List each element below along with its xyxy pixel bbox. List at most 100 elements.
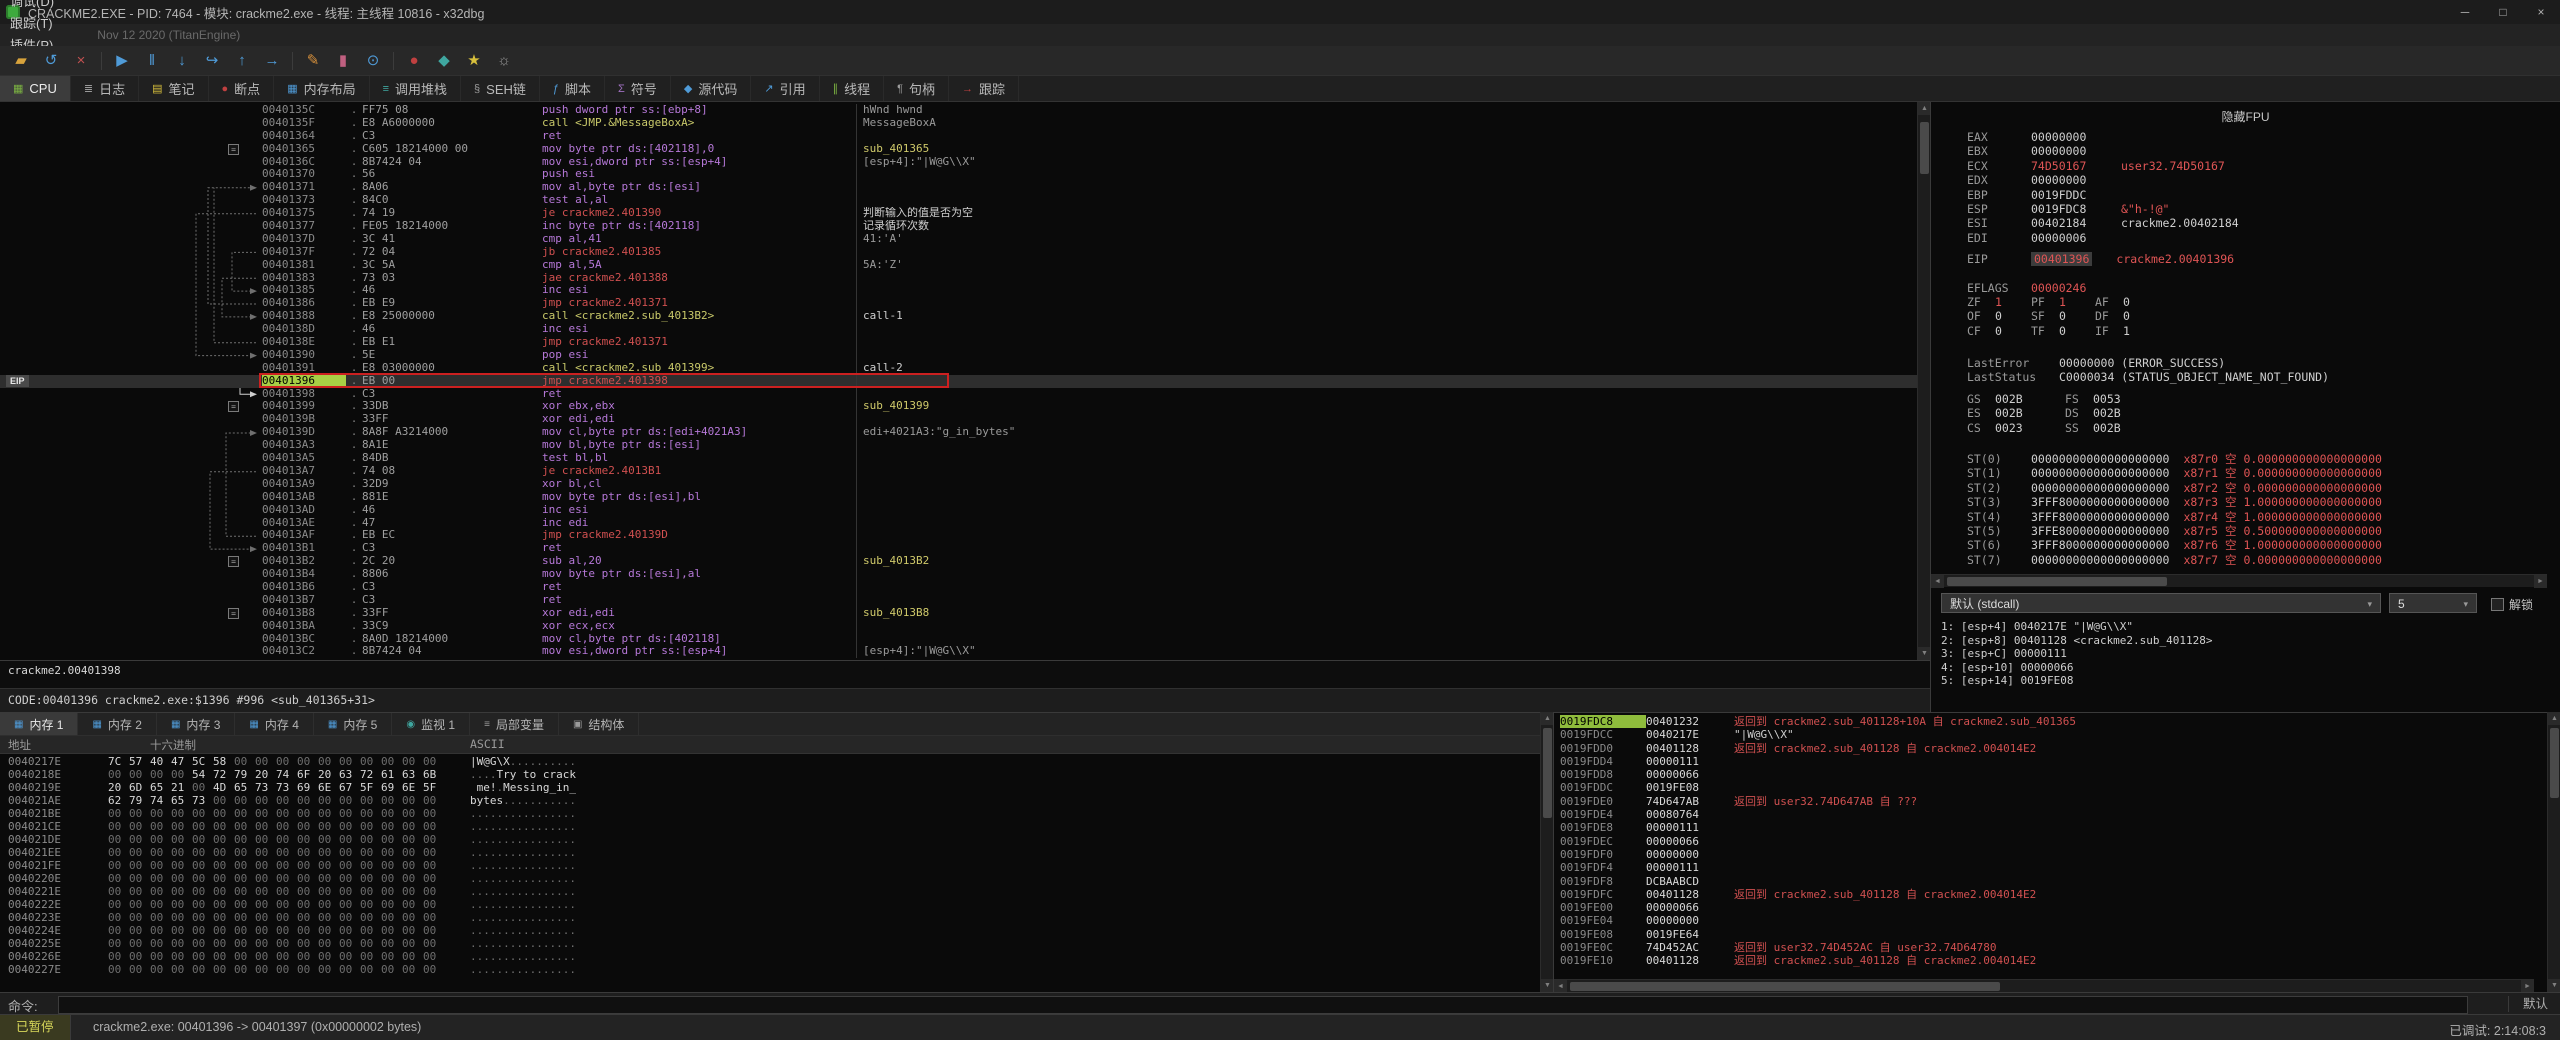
register-row[interactable]: EBP 0019FDDC <box>1967 188 2546 202</box>
segment-row[interactable]: CS 0023 SS 002B <box>1967 421 2546 435</box>
disasm-row[interactable]: 0040135C. FF75 08 push dword ptr ss:[ebp+8… <box>0 103 1917 117</box>
dump-row[interactable]: 0040226E 00 00 00 00 00 00 00 00 00 00 00 00 00 00 00 00… <box>0 950 1540 963</box>
step-out-button[interactable]: ↑ <box>227 49 257 73</box>
disasm-row[interactable]: 00401377. FE05 18214000 inc byte ptr ds:[4… <box>0 219 1917 233</box>
menu-item-debug[interactable]: 调试(D) <box>0 0 71 13</box>
run-button[interactable]: ▶ <box>107 49 137 73</box>
dump-tab-locals[interactable]: ≡ 局部变量 <box>470 713 559 735</box>
stack-row[interactable]: 0019FDE4 00080764 <box>1554 808 2547 821</box>
menu-item-trace[interactable]: 跟踪(T) <box>0 13 71 35</box>
graph-button[interactable]: ◆ <box>429 49 459 73</box>
stack-row[interactable]: 0019FE0C 74D452AC 返回到 user32.74D452AC 自 us… <box>1554 941 2547 954</box>
stack-horizontal-scrollbar[interactable]: ◄ ► <box>1554 979 2534 993</box>
register-row[interactable]: ESI 00402184 crackme2.00402184 <box>1967 216 2546 230</box>
command-profile-select[interactable]: 默认 <box>2507 996 2548 1012</box>
register-row[interactable]: EDI 00000006 <box>1967 231 2546 245</box>
scrollbar-thumb[interactable] <box>1570 982 2000 991</box>
dump-tab-memory-1[interactable]: ▦ 内存 1 <box>0 713 79 735</box>
dump-row[interactable]: 0040223E 00 00 00 00 00 00 00 00 00 00 00 00 00 00 00 00… <box>0 911 1540 924</box>
scrollbar-thumb[interactable] <box>1543 728 1552 818</box>
search-button[interactable]: ⊙ <box>358 49 388 73</box>
register-row[interactable]: EFLAGS 00000246 <box>1967 281 2546 295</box>
tab-breakpoints[interactable]: ● 断点 <box>209 76 275 101</box>
register-row[interactable]: LastStatus C0000034 (STATUS_OBJECT_NAME_N… <box>1967 370 2546 384</box>
stack-row[interactable]: 0019FDE0 74D647AB 返回到 user32.74D647AB 自 ??… <box>1554 795 2547 808</box>
scroll-right-icon[interactable]: ► <box>2534 575 2547 588</box>
tab-trace[interactable]: → 跟踪 <box>949 76 1020 101</box>
command-input[interactable] <box>58 996 2468 1014</box>
stack-row[interactable]: 0019FE08 0019FE64 <box>1554 928 2547 941</box>
argument-row[interactable]: 1: [esp+4] 0040217E "|W@G\\X" <box>1941 620 2546 634</box>
disasm-row[interactable]: 004013B6. C3 ret <box>0 580 1917 594</box>
dump-tab-memory-4[interactable]: ▦ 内存 4 <box>235 713 314 735</box>
disasm-row[interactable]: EIP 00401396. EB 00 jmp crackme2.401398 <box>0 374 1917 388</box>
disasm-row[interactable]: 004013C2. 8B7424 04 mov esi,dword ptr ss:[… <box>0 645 1917 659</box>
stop-button[interactable]: × <box>66 49 96 73</box>
tab-memory-map[interactable]: ▦ 内存布局 <box>274 76 370 101</box>
dump-row[interactable]: 004021BE 00 00 00 00 00 00 00 00 00 00 00 00 00 00 00 00… <box>0 807 1540 820</box>
register-row[interactable]: ESP 0019FDC8 &"h-!@" <box>1967 202 2546 216</box>
disasm-row[interactable]: = 004013B8. 33FF xor edi,edi sub_4013B8 <box>0 606 1917 620</box>
dump-row[interactable]: 004021AE 62 79 74 65 73 00 00 00 00 00 00 00 00 00 00 00… <box>0 794 1540 807</box>
tab-handles[interactable]: ¶ 句柄 <box>884 76 950 101</box>
restart-button[interactable]: ↺ <box>36 49 66 73</box>
step-into-button[interactable]: ↓ <box>167 49 197 73</box>
scrollbar-thumb[interactable] <box>2550 728 2559 798</box>
stack-row[interactable]: 0019FDC8 00401232 返回到 crackme2.sub_401128+… <box>1554 715 2547 729</box>
stack-row[interactable]: 0019FE00 00000066 <box>1554 901 2547 914</box>
stack-row[interactable]: 0019FDFC 00401128 返回到 crackme2.sub_401128 … <box>1554 888 2547 901</box>
disasm-row[interactable]: 004013A5. 84DB test bl,bl <box>0 451 1917 465</box>
stack-row[interactable]: 0019FDF4 00000111 <box>1554 861 2547 874</box>
stack-row[interactable]: 0019FDE8 00000111 <box>1554 821 2547 834</box>
dump-row[interactable]: 0040218E 00 00 00 00 54 72 79 20 74 6F 20 63 72 61 63 6B… <box>0 768 1540 781</box>
tab-references[interactable]: ↗ 引用 <box>751 76 820 101</box>
dump-row[interactable]: 004021EE 00 00 00 00 00 00 00 00 00 00 00 00 00 00 00 00… <box>0 846 1540 859</box>
st-register-row[interactable]: ST(6) 3FFF8000000000000000 x87r6 空 1.00000… <box>1967 538 2546 552</box>
tab-script[interactable]: ƒ 脚本 <box>540 76 606 101</box>
maximize-button[interactable]: □ <box>2484 0 2522 24</box>
st-register-row[interactable]: ST(0) 00000000000000000000 x87r0 空 0.00000… <box>1967 452 2546 466</box>
tab-seh[interactable]: § SEH链 <box>461 76 540 101</box>
argument-row[interactable]: 5: [esp+14] 0019FE08 <box>1941 674 2546 688</box>
disasm-row[interactable]: 0040137D. 3C 41 cmp al,41 41:'A' <box>0 232 1917 246</box>
segment-row[interactable]: GS 002B FS 0053 <box>1967 392 2546 406</box>
tab-notes[interactable]: ▤ 笔记 <box>139 76 209 101</box>
tab-log[interactable]: ≣ 日志 <box>71 76 140 101</box>
disasm-row[interactable]: 0040135F. E8 A6000000 call <JMP.&MessageBo… <box>0 116 1917 130</box>
scrollbar-thumb[interactable] <box>1920 122 1929 174</box>
dump-row[interactable]: 0040224E 00 00 00 00 00 00 00 00 00 00 00 00 00 00 00 00… <box>0 924 1540 937</box>
register-row[interactable]: LastError 00000000 (ERROR_SUCCESS) <box>1967 356 2546 370</box>
dump-row[interactable]: 004021CE 00 00 00 00 00 00 00 00 00 00 00 00 00 00 00 00… <box>0 820 1540 833</box>
dump-row[interactable]: 004021DE 00 00 00 00 00 00 00 00 00 00 00 00 00 00 00 00… <box>0 833 1540 846</box>
dump-tab-struct[interactable]: ▣ 结构体 <box>559 713 640 735</box>
argument-row[interactable]: 2: [esp+8] 00401128 <crackme2.sub_401128… <box>1941 634 2546 648</box>
st-register-row[interactable]: ST(7) 00000000000000000000 x87r7 空 0.00000… <box>1967 553 2546 567</box>
scrollbar-thumb[interactable] <box>1947 577 2167 586</box>
disasm-row[interactable]: 004013A9. 32D9 xor bl,cl <box>0 477 1917 491</box>
stack-row[interactable]: 0019FDCC 0040217E "|W@G\\X" <box>1554 728 2547 741</box>
disasm-row[interactable]: = 00401365. C605 18214000 00 mov byte ptr d… <box>0 142 1917 156</box>
register-row[interactable]: EDX 00000000 <box>1967 173 2546 187</box>
tab-source[interactable]: ◆ 源代码 <box>671 76 752 101</box>
register-row[interactable]: EAX 00000000 <box>1967 130 2546 144</box>
stack-row[interactable]: 0019FDEC 00000066 <box>1554 835 2547 848</box>
patch-button[interactable]: ▮ <box>328 49 358 73</box>
stack-row[interactable]: 0019FDDC 0019FE08 <box>1554 781 2547 794</box>
flags-row[interactable]: CF 0 TF 0 IF 1 <box>1967 324 2546 338</box>
st-register-row[interactable]: ST(4) 3FFF8000000000000000 x87r4 空 1.00000… <box>1967 510 2546 524</box>
stack-row[interactable]: 0019FE04 00000000 <box>1554 914 2547 927</box>
breakpoint-button[interactable]: ● <box>399 49 429 73</box>
open-file-button[interactable]: ▰ <box>6 49 36 73</box>
st-register-row[interactable]: ST(2) 00000000000000000000 x87r2 空 0.00000… <box>1967 481 2546 495</box>
register-row[interactable]: ECX 74D50167 user32.74D50167 <box>1967 159 2546 173</box>
lock-checkbox[interactable] <box>2491 598 2504 611</box>
tab-call-stack[interactable]: ≡ 调用堆栈 <box>370 76 462 101</box>
stack-row[interactable]: 0019FDD4 00000111 <box>1554 755 2547 768</box>
register-row[interactable]: EIP 00401396 crackme2.00401396 <box>1967 252 2546 267</box>
stack-row[interactable]: 0019FDD8 00000066 <box>1554 768 2547 781</box>
flags-row[interactable]: OF 0 SF 0 DF 0 <box>1967 309 2546 323</box>
calling-convention-select[interactable]: 默认 (stdcall) ▾ <box>1941 593 2381 613</box>
dump-tab-memory-5[interactable]: ▦ 内存 5 <box>314 713 393 735</box>
stack-row[interactable]: 0019FE10 00401128 返回到 crackme2.sub_401128 … <box>1554 954 2547 967</box>
minimize-button[interactable]: ─ <box>2446 0 2484 24</box>
